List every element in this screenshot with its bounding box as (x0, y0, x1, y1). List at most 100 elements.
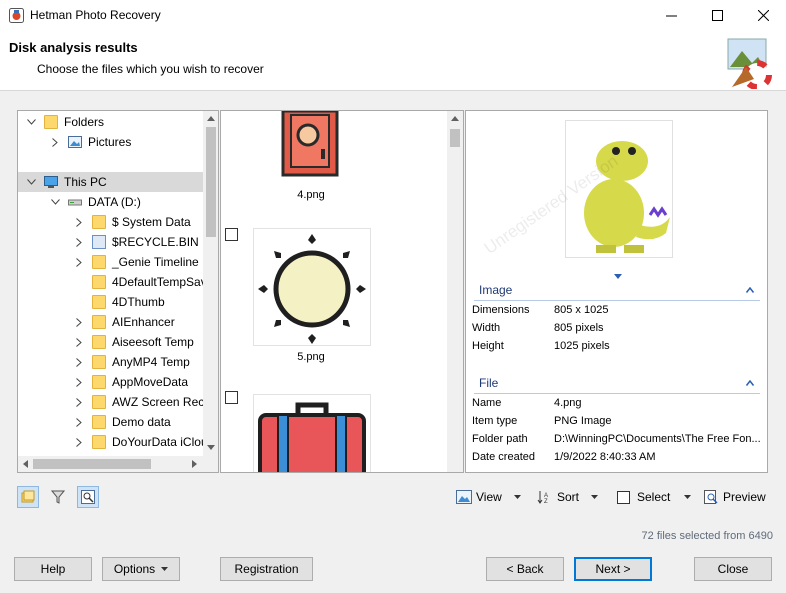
title-bar: Hetman Photo Recovery (0, 0, 786, 31)
expand-arrow-icon[interactable] (74, 417, 84, 427)
tree-node-folder[interactable]: DoYourData iCloud (18, 432, 204, 452)
close-window-button[interactable] (740, 0, 786, 31)
tree-vertical-scrollbar[interactable] (203, 111, 218, 456)
dropdown-arrow-icon[interactable] (591, 495, 599, 499)
scroll-thumb[interactable] (450, 129, 460, 147)
expand-arrow-icon[interactable] (50, 137, 60, 147)
tree-label: AWZ Screen Recorder (112, 395, 204, 409)
expand-arrow-icon[interactable] (74, 217, 84, 227)
property-key: Item type (472, 415, 518, 427)
file-tile[interactable] (281, 111, 341, 177)
close-button[interactable]: Close (694, 557, 772, 581)
next-button[interactable]: Next > (574, 557, 652, 581)
tree-node-this-pc[interactable]: This PC (18, 172, 204, 192)
tree-node-folder[interactable]: $ System Data (18, 212, 204, 232)
selection-status: 72 files selected from 6490 (641, 530, 773, 542)
expand-arrow-icon[interactable] (74, 337, 84, 347)
folder-icon (92, 255, 106, 269)
options-button[interactable]: Options (102, 557, 180, 581)
tree-node-folder[interactable]: 4DefaultTempSave (18, 272, 204, 292)
scroll-down-icon[interactable] (207, 445, 215, 450)
property-value: 1/9/2022 8:40:33 AM (554, 451, 656, 463)
filter-icon (51, 490, 65, 504)
scroll-right-icon[interactable] (192, 460, 197, 468)
file-tile[interactable] (254, 395, 370, 472)
file-checkbox[interactable] (225, 228, 238, 241)
search-icon (81, 490, 95, 504)
expand-arrow-icon[interactable] (74, 397, 84, 407)
tree-horizontal-scrollbar[interactable] (18, 456, 218, 472)
grid-vertical-scrollbar[interactable] (447, 111, 463, 472)
tree-node-folder[interactable]: AWZ Screen Recorder (18, 392, 204, 412)
view-button[interactable]: View (456, 486, 521, 508)
scroll-up-icon[interactable] (451, 116, 459, 121)
collapse-arrow-icon[interactable] (50, 197, 60, 207)
tree-node-folder[interactable]: AppMoveData (18, 372, 204, 392)
dropdown-arrow-icon[interactable] (684, 495, 692, 499)
expand-arrow-icon[interactable] (74, 317, 84, 327)
safe-image-thumbnail (281, 111, 339, 177)
splitter-arrow-icon[interactable] (614, 274, 622, 279)
scroll-left-icon[interactable] (23, 460, 28, 468)
search-files-button[interactable] (77, 486, 99, 508)
options-label: Options (113, 562, 156, 576)
drive-icon (68, 199, 82, 206)
sun-image-thumbnail (258, 234, 366, 344)
view-label: View (476, 490, 502, 504)
collapse-arrow-icon[interactable] (26, 177, 36, 187)
expand-arrow-icon[interactable] (74, 237, 84, 247)
property-key: Folder path (472, 433, 528, 445)
select-checkbox-icon (617, 490, 630, 504)
svg-text:Z: Z (544, 499, 548, 504)
tree-label: $ System Data (112, 215, 191, 229)
back-button[interactable]: < Back (486, 557, 564, 581)
image-section-header[interactable]: Image (474, 281, 760, 301)
folder-icon (92, 415, 106, 429)
expand-arrow-icon[interactable] (74, 257, 84, 267)
tree-node-folder[interactable]: AnyMP4 Temp (18, 352, 204, 372)
folder-tree[interactable]: Folders Pictures This PC DATA (D:) $ Sys… (17, 110, 219, 473)
file-checkbox[interactable] (225, 391, 238, 404)
tree-node-folder[interactable]: Demo data (18, 412, 204, 432)
tree-node-folder[interactable]: $RECYCLE.BIN (18, 232, 204, 252)
registration-button[interactable]: Registration (220, 557, 313, 581)
expand-arrow-icon[interactable] (74, 377, 84, 387)
tree-node-folder[interactable]: Aiseesoft Temp (18, 332, 204, 352)
property-value: D:\WinningPC\Documents\The Free Fon... (554, 433, 761, 445)
file-thumbnail-grid[interactable]: 4.png 5.png (220, 110, 464, 473)
property-value: 4.png (554, 397, 582, 409)
tree-node-pictures[interactable]: Pictures (18, 132, 204, 152)
expand-arrow-icon[interactable] (74, 357, 84, 367)
file-section-header[interactable]: File (474, 374, 760, 394)
tree-label: Aiseesoft Temp (112, 335, 194, 349)
collapse-arrow-icon[interactable] (26, 117, 36, 127)
property-key: Name (472, 397, 502, 409)
property-key: Date created (472, 451, 535, 463)
folder-view-button[interactable] (17, 486, 39, 508)
preview-button[interactable]: Preview (704, 486, 766, 508)
tree-node-folder[interactable]: 4DThumb (18, 292, 204, 312)
collapse-section-icon[interactable] (746, 380, 754, 386)
section-label: Image (479, 283, 513, 297)
dropdown-arrow-icon[interactable] (513, 495, 521, 499)
tree-label: AIEnhancer (112, 315, 175, 329)
file-tile[interactable] (254, 229, 370, 345)
help-button[interactable]: Help (14, 557, 92, 581)
select-button[interactable]: Select (617, 486, 692, 508)
filter-button[interactable] (47, 486, 69, 508)
scroll-thumb[interactable] (33, 459, 151, 469)
tree-node-drive[interactable]: DATA (D:) (18, 192, 204, 212)
maximize-button[interactable] (694, 0, 740, 31)
folder-icon (92, 275, 106, 289)
collapse-section-icon[interactable] (746, 287, 754, 293)
folder-icon (92, 215, 106, 229)
tree-node-folder[interactable]: _Genie Timeline (18, 252, 204, 272)
expand-arrow-icon[interactable] (74, 437, 84, 447)
scroll-up-icon[interactable] (207, 116, 215, 121)
property-key: Height (472, 340, 504, 352)
tree-node-folders[interactable]: Folders (18, 112, 204, 132)
scroll-thumb[interactable] (206, 127, 216, 237)
sort-button[interactable]: AZ Sort (537, 486, 599, 508)
minimize-button[interactable] (648, 0, 694, 31)
tree-node-folder[interactable]: AIEnhancer (18, 312, 204, 332)
